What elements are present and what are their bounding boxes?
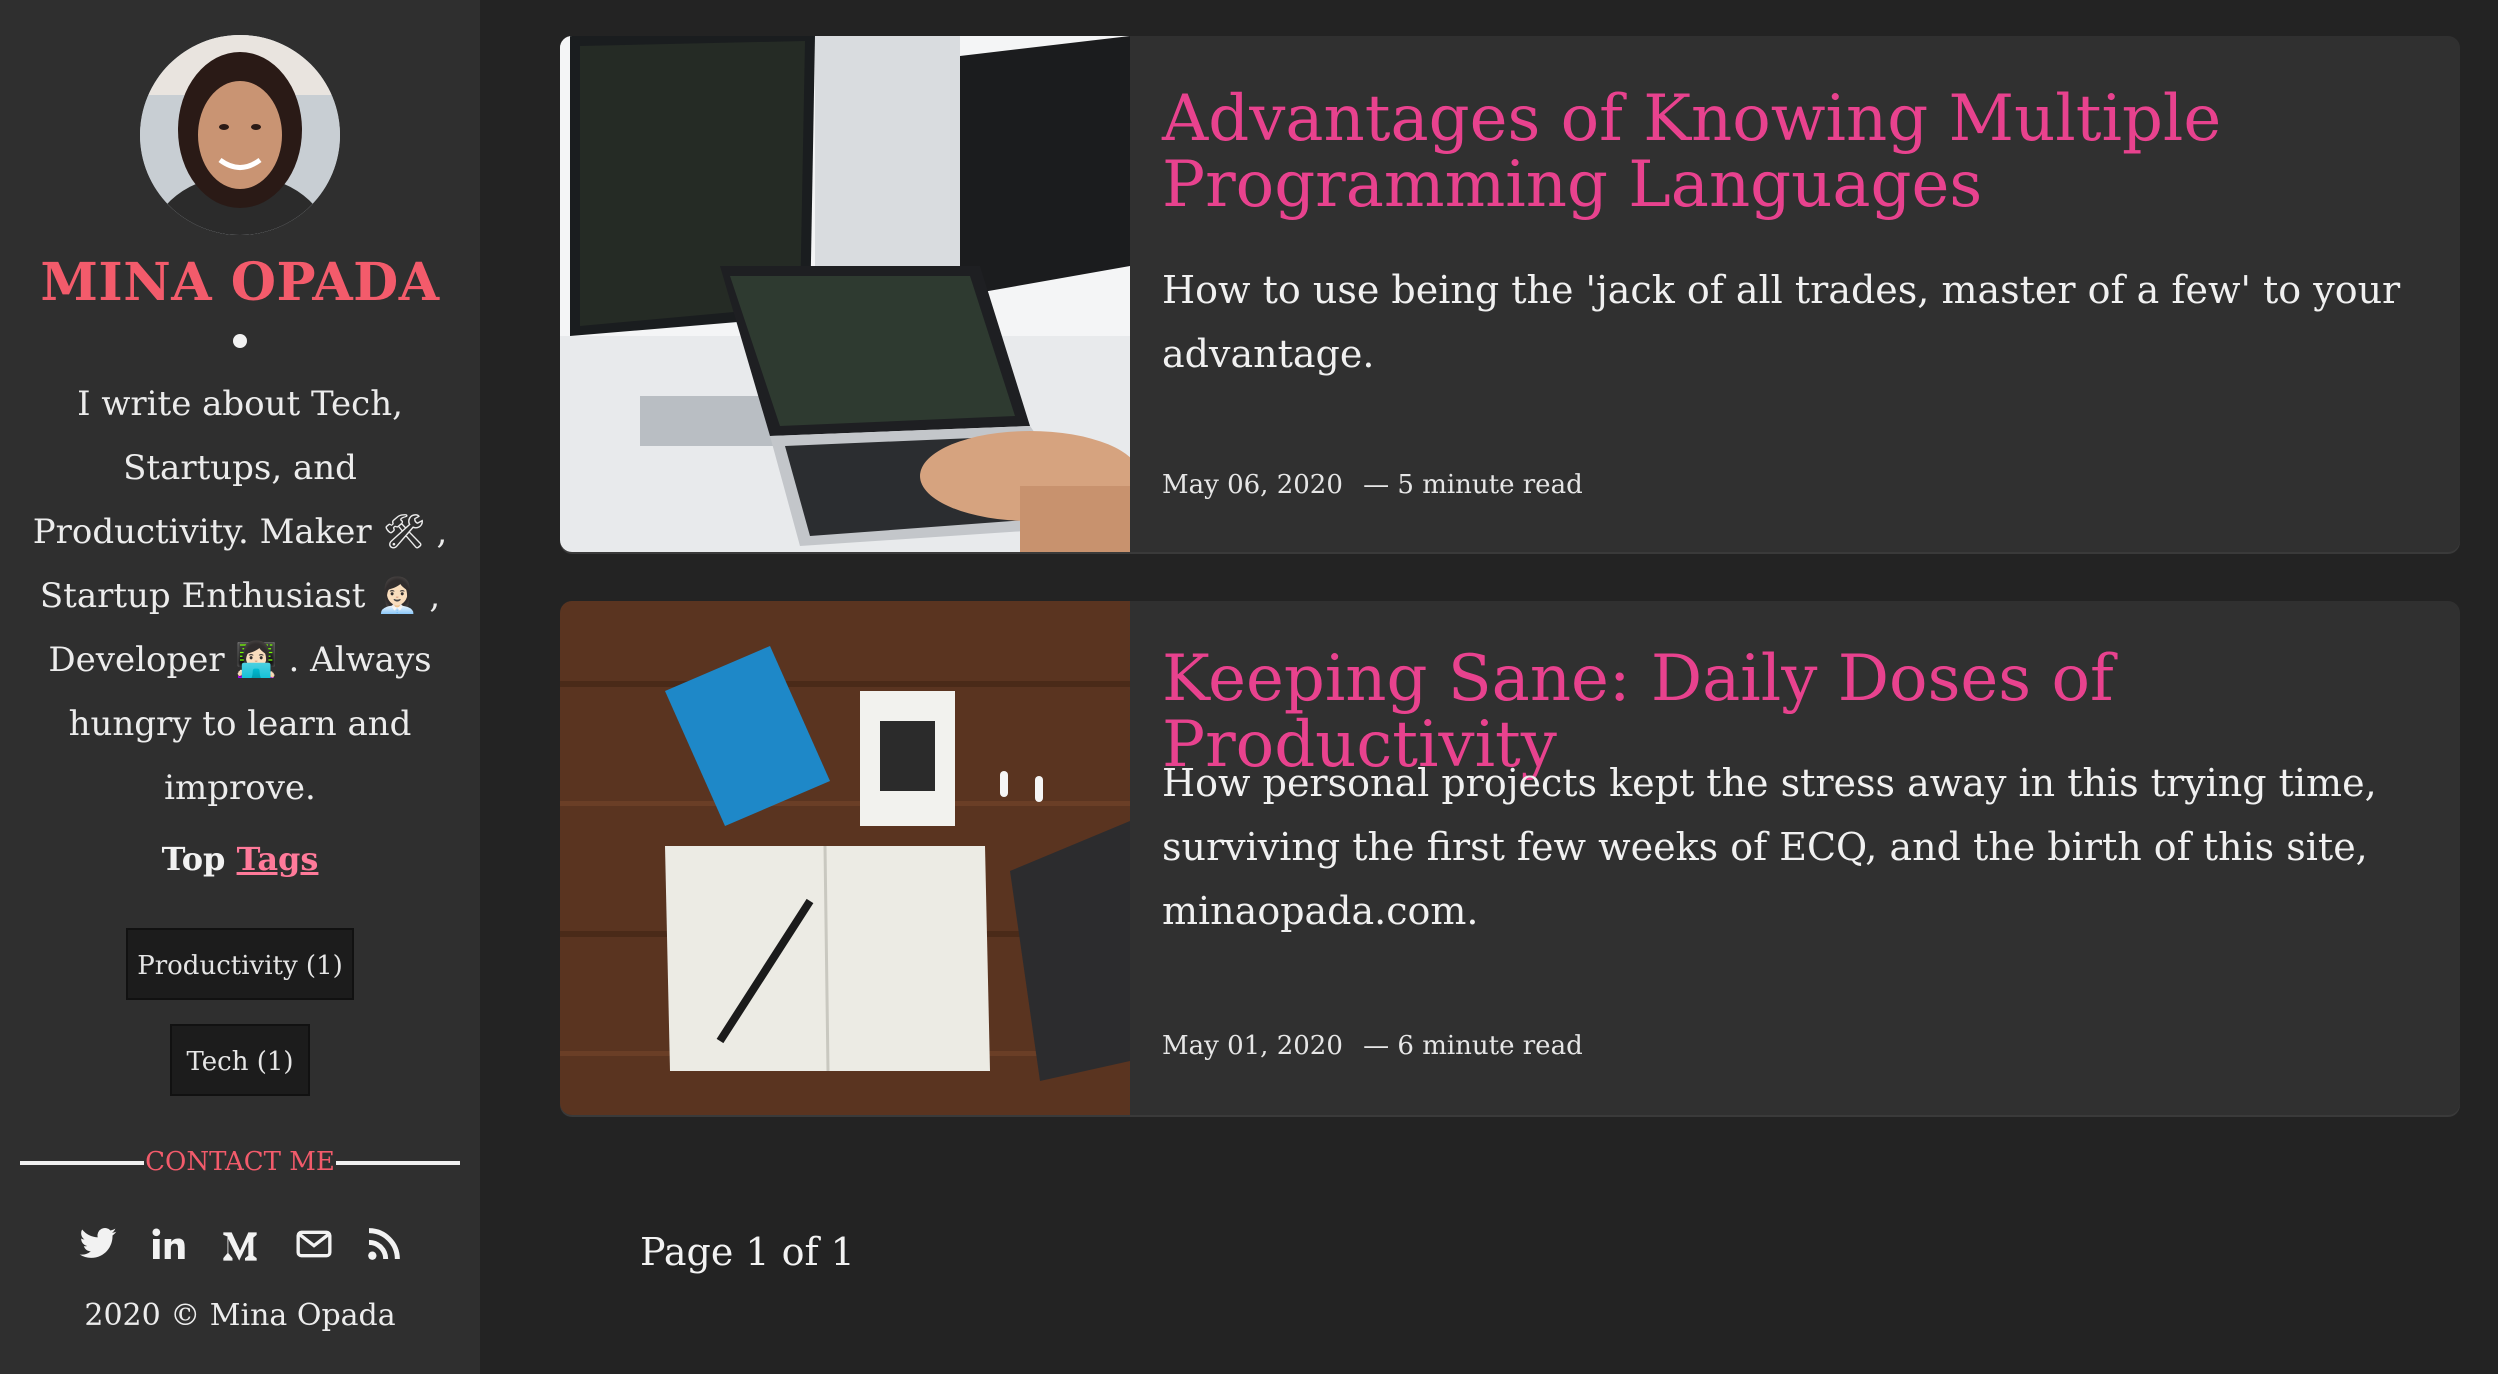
meta-separator: —: [1363, 470, 1390, 500]
post-thumbnail[interactable]: [560, 36, 1130, 552]
read-time: 6 minute read: [1397, 1031, 1583, 1061]
contact-divider: CONTACT ME: [20, 1144, 460, 1180]
post-meta: May 06, 2020 — 5 minute read: [1162, 470, 1583, 500]
top-tags-heading: Top Tags: [0, 840, 480, 878]
post-meta: May 01, 2020 — 6 minute read: [1162, 1031, 1583, 1061]
post-title[interactable]: Advantages of Knowing Multiple Programmi…: [1162, 86, 2420, 218]
desk-notebook-image: [560, 601, 1130, 1115]
copyright: 2020 © Mina Opada: [84, 1298, 396, 1333]
site-name[interactable]: MINA OPADA: [0, 252, 480, 313]
post-thumbnail[interactable]: [560, 601, 1130, 1115]
post-body: Advantages of Knowing Multiple Programmi…: [1162, 36, 2420, 552]
avatar[interactable]: [140, 35, 340, 235]
twitter-icon[interactable]: [78, 1224, 118, 1264]
post-date: May 06, 2020: [1162, 470, 1343, 500]
read-time: 5 minute read: [1397, 470, 1583, 500]
avatar-image: [140, 35, 340, 235]
contact-line-right: [336, 1161, 460, 1165]
bio-text: I write about Tech, Startups, and Produc…: [32, 384, 448, 808]
meta-separator: —: [1363, 1031, 1390, 1061]
post-card[interactable]: Advantages of Knowing Multiple Programmi…: [560, 36, 2460, 552]
sidebar: MINA OPADA I write about Tech, Startups,…: [0, 0, 480, 1374]
post-body: Keeping Sane: Daily Doses of Productivit…: [1162, 601, 2420, 1115]
post-description: How to use being the 'jack of all trades…: [1162, 268, 2401, 376]
email-icon[interactable]: [294, 1224, 334, 1264]
pagination-label: Page 1 of 1: [640, 1230, 855, 1274]
divider-dot: [233, 334, 247, 348]
medium-icon[interactable]: [220, 1224, 260, 1264]
post-description: How personal projects kept the stress aw…: [1162, 761, 2377, 933]
top-tags-prefix: Top: [161, 840, 226, 878]
post-card[interactable]: Keeping Sane: Daily Doses of Productivit…: [560, 601, 2460, 1115]
linkedin-icon[interactable]: [148, 1224, 188, 1264]
tags-link[interactable]: Tags: [237, 840, 319, 878]
social-links: [72, 1224, 412, 1268]
computer-desk-image: [560, 36, 1130, 552]
rss-icon[interactable]: [364, 1224, 404, 1264]
post-date: May 01, 2020: [1162, 1031, 1343, 1061]
tag-productivity[interactable]: Productivity (1): [126, 928, 354, 1000]
tag-tech[interactable]: Tech (1): [170, 1024, 310, 1096]
